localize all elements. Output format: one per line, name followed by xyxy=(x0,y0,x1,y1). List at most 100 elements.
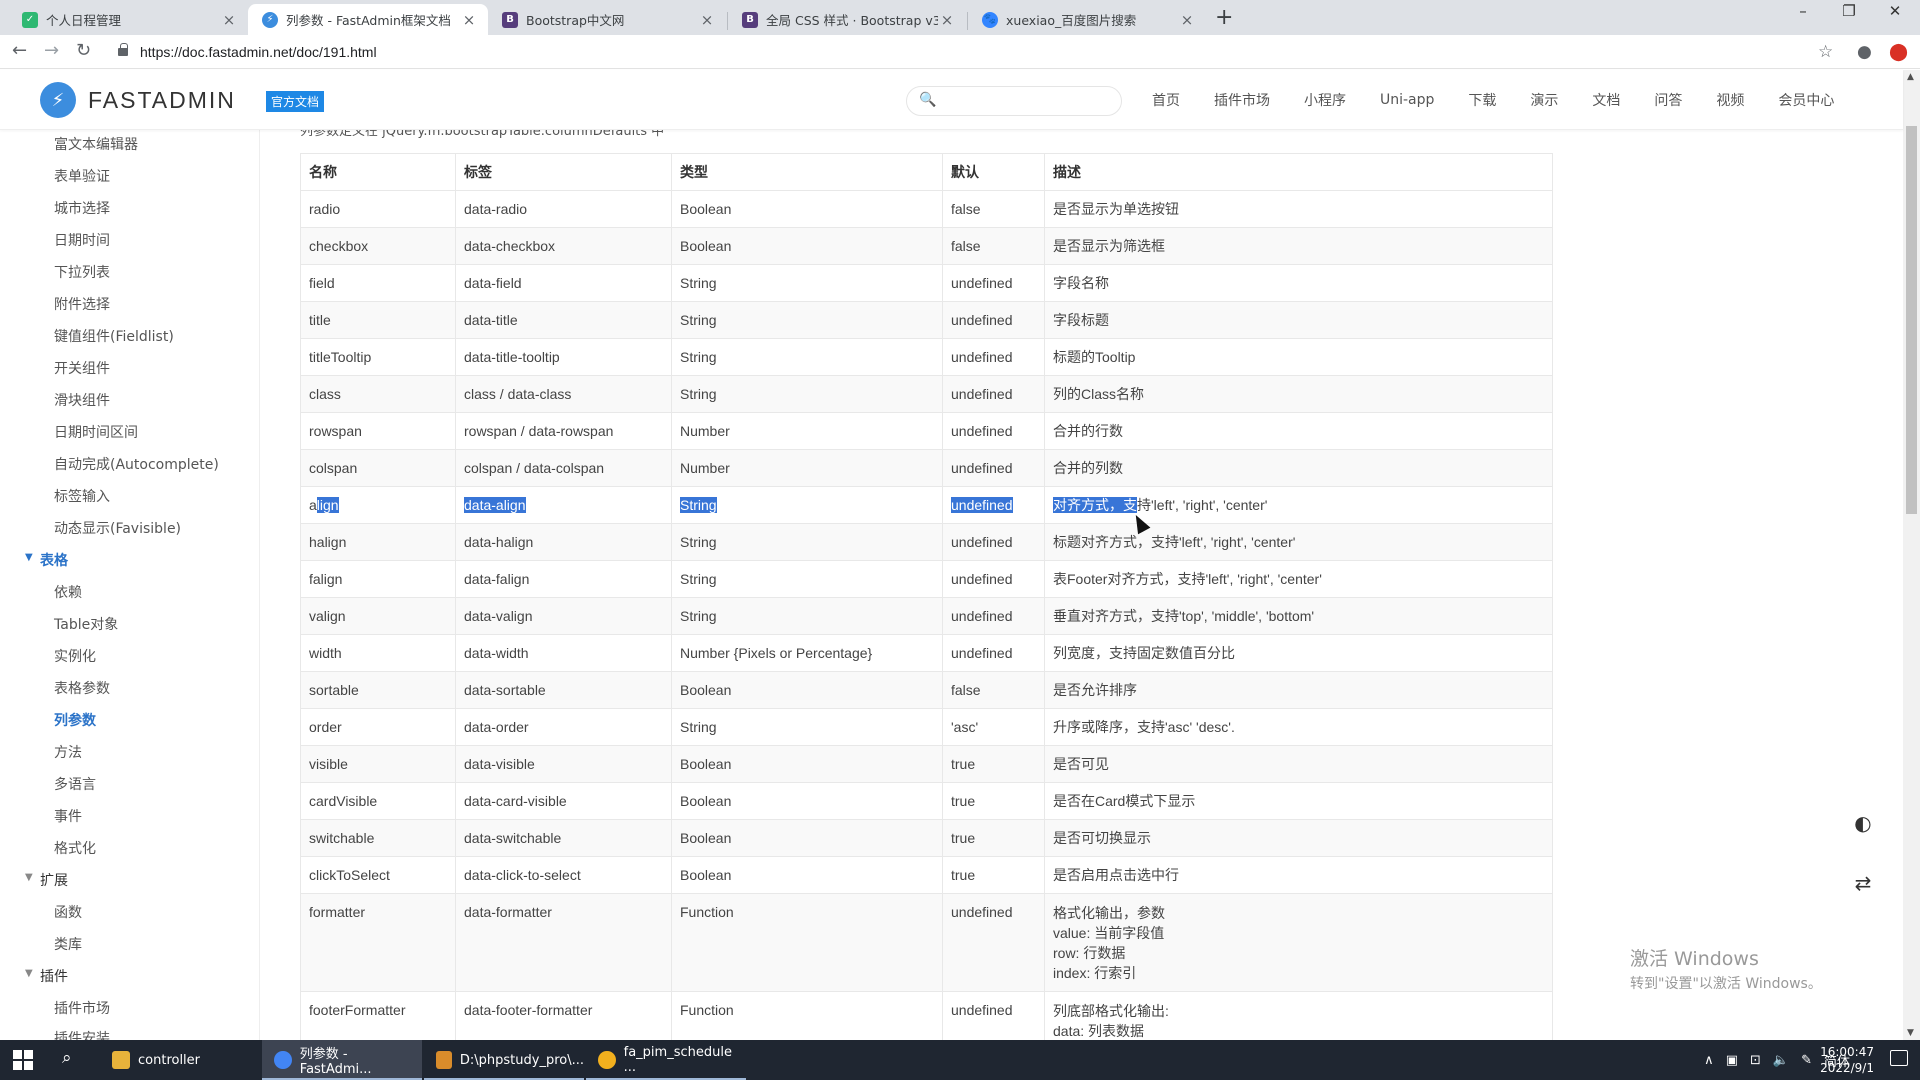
sidebar-item[interactable]: 标签输入 xyxy=(54,486,110,506)
sidebar-item[interactable]: 表格参数 xyxy=(54,678,110,698)
fastadmin-logo-icon[interactable]: ⚡ xyxy=(40,82,76,118)
sidebar-item[interactable]: 日期时间 xyxy=(54,230,110,250)
nav-member-center[interactable]: 会员中心 xyxy=(1778,90,1834,110)
pen-icon[interactable]: ✎ xyxy=(1801,1053,1812,1068)
site-search-input[interactable]: 🔍 xyxy=(906,86,1122,116)
close-icon[interactable]: × xyxy=(220,11,238,29)
close-icon[interactable]: × xyxy=(460,11,478,29)
cell-default: undefined xyxy=(942,449,1045,487)
cell-tag: colspan / data-colspan xyxy=(455,449,672,487)
caret-down-icon[interactable]: ▼ xyxy=(25,872,33,883)
sidebar-item[interactable]: 下拉列表 xyxy=(54,262,110,282)
taskbar-app-navicat[interactable]: fa_pim_schedule ... xyxy=(586,1040,746,1080)
sidebar-item[interactable]: 多语言 xyxy=(54,774,96,794)
tray-app-icon[interactable]: ▣ xyxy=(1726,1053,1738,1068)
sidebar-item[interactable]: 事件 xyxy=(54,806,82,826)
nav-qa[interactable]: 问答 xyxy=(1654,90,1682,110)
minimize-icon[interactable]: – xyxy=(1780,2,1826,20)
sidebar-item[interactable]: Table对象 xyxy=(54,614,118,634)
sidebar-item[interactable]: 依赖 xyxy=(54,582,82,602)
close-icon[interactable]: × xyxy=(938,11,956,29)
swap-icon[interactable]: ⇄ xyxy=(1848,868,1878,898)
nav-docs[interactable]: 文档 xyxy=(1592,90,1620,110)
table-row: width data-width Number {Pixels or Percent… xyxy=(300,634,1553,672)
nav-demo[interactable]: 演示 xyxy=(1530,90,1558,110)
sidebar-item[interactable]: 表单验证 xyxy=(54,166,110,186)
sidebar-item[interactable]: 动态显示(Favisible) xyxy=(54,518,181,538)
network-icon[interactable]: ⊡ xyxy=(1750,1053,1761,1068)
browser-tab-active[interactable]: ⚡ 列参数 - FastAdmin框架文档 × xyxy=(248,4,488,35)
window-close-icon[interactable]: ✕ xyxy=(1872,2,1918,20)
nav-video[interactable]: 视频 xyxy=(1716,90,1744,110)
nav-miniprogram[interactable]: 小程序 xyxy=(1304,90,1346,110)
search-icon[interactable]: ⌕ xyxy=(62,1048,72,1068)
sidebar-item-active[interactable]: 列参数 xyxy=(54,710,96,730)
cell-tag: data-valign xyxy=(455,597,672,635)
scroll-thumb[interactable] xyxy=(1906,126,1917,514)
table-row: colspan colspan / data-colspan Number undef… xyxy=(300,449,1553,487)
sidebar-item[interactable]: 函数 xyxy=(54,902,82,922)
nav-plugin-market[interactable]: 插件市场 xyxy=(1214,90,1270,110)
sidebar-item[interactable]: 自动完成(Autocomplete) xyxy=(54,454,219,474)
back-icon[interactable]: ← xyxy=(12,40,27,61)
system-clock[interactable]: 16:00:47 2022/9/1 xyxy=(1820,1044,1874,1076)
table-row: sortable data-sortable Boolean false 是否允许排序 xyxy=(300,671,1553,709)
scroll-up-icon[interactable]: ▲ xyxy=(1907,72,1914,82)
cell-default: undefined xyxy=(942,486,1045,524)
close-icon[interactable]: × xyxy=(1178,11,1196,29)
sidebar-item[interactable]: 滑块组件 xyxy=(54,390,110,410)
docs-badge[interactable]: 官方文档 xyxy=(266,91,325,112)
sidebar-item[interactable]: 实例化 xyxy=(54,646,96,666)
scroll-down-icon[interactable]: ▼ xyxy=(1907,1028,1914,1038)
sidebar-item[interactable]: 键值组件(Fieldlist) xyxy=(54,326,174,346)
bookmark-star-icon[interactable]: ☆ xyxy=(1818,42,1833,62)
taskbar-app-chrome[interactable]: 列参数 - FastAdmi... xyxy=(262,1040,422,1080)
volume-icon[interactable]: 🔈 xyxy=(1773,1053,1789,1068)
notification-icon[interactable] xyxy=(1890,1050,1908,1066)
browser-tab[interactable]: B 全局 CSS 样式 · Bootstrap v3 中 × xyxy=(728,4,966,35)
sidebar-item[interactable]: 插件市场 xyxy=(54,998,110,1018)
url-bar[interactable]: https://doc.fastadmin.net/doc/191.html xyxy=(110,39,1800,65)
page-scrollbar[interactable]: ▲ ▼ xyxy=(1903,70,1920,1040)
sidebar-group-table[interactable]: 表格 xyxy=(40,550,68,570)
close-icon[interactable]: × xyxy=(698,11,716,29)
caret-down-icon[interactable]: ▼ xyxy=(25,552,33,563)
tray-expand-icon[interactable]: ∧ xyxy=(1704,1053,1714,1068)
sidebar-item[interactable]: 方法 xyxy=(54,742,82,762)
nav-uniapp[interactable]: Uni-app xyxy=(1380,92,1434,108)
cell-name: halign xyxy=(300,523,456,561)
browser-tab[interactable]: 🐾 xuexiao_百度图片搜索 × xyxy=(968,4,1206,35)
navicat-icon xyxy=(598,1051,616,1069)
nav-home[interactable]: 首页 xyxy=(1152,90,1180,110)
sidebar-group-extend[interactable]: 扩展 xyxy=(40,870,68,890)
windows-start-icon[interactable] xyxy=(13,1050,33,1070)
table-row: field data-field String undefined 字段名称 xyxy=(300,264,1553,302)
caret-down-icon[interactable]: ▼ xyxy=(25,968,33,979)
table-row: falign data-falign String undefined 表Footer对… xyxy=(300,560,1553,598)
reload-icon[interactable]: ↻ xyxy=(76,40,91,61)
logo-text[interactable]: FASTADMIN xyxy=(88,87,236,114)
sidebar-item[interactable]: 格式化 xyxy=(54,838,96,858)
cell-desc: 列宽度，支持固定数值百分比 xyxy=(1044,634,1553,672)
cell-tag: data-title-tooltip xyxy=(455,338,672,376)
browser-tab[interactable]: B Bootstrap中文网 × xyxy=(488,4,726,35)
restore-icon[interactable]: ❐ xyxy=(1826,2,1872,20)
sidebar-group-plugin[interactable]: 插件 xyxy=(40,966,68,986)
sidebar-item[interactable]: 附件选择 xyxy=(54,294,110,314)
extension-icon[interactable]: ⬤ xyxy=(1889,42,1908,62)
sidebar-item[interactable]: 插件安装 xyxy=(54,1028,110,1040)
taskbar-app-explorer[interactable]: controller xyxy=(100,1040,260,1080)
sidebar-item[interactable]: 类库 xyxy=(54,934,82,954)
sidebar-item[interactable]: 城市选择 xyxy=(54,198,110,218)
forward-icon[interactable]: → xyxy=(44,40,59,61)
new-tab-icon[interactable]: + xyxy=(1215,5,1233,30)
cell-name: rowspan xyxy=(300,412,456,450)
sidebar-item[interactable]: 富文本编辑器 xyxy=(54,134,138,154)
contrast-toggle-icon[interactable]: ◐ xyxy=(1848,808,1878,838)
sidebar-item[interactable]: 开关组件 xyxy=(54,358,110,378)
browser-tab[interactable]: ✓ 个人日程管理 × xyxy=(8,4,248,35)
profile-icon[interactable]: ● xyxy=(1857,42,1872,62)
nav-download[interactable]: 下载 xyxy=(1468,90,1496,110)
sidebar-item[interactable]: 日期时间区间 xyxy=(54,422,138,442)
taskbar-app-editor[interactable]: D:\phpstudy_pro\... xyxy=(424,1040,584,1080)
